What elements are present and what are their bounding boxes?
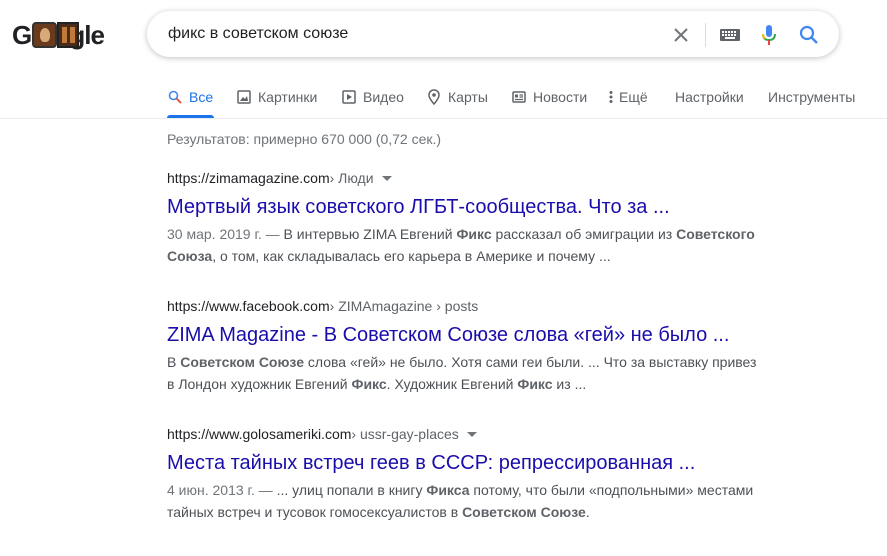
search-tabs: Все Картинки Видео Карты Новости Ещё Нас… (0, 80, 887, 118)
tab-maps[interactable]: Карты (426, 87, 488, 107)
result-breadcrumb: › Люди (329, 170, 374, 186)
clear-icon[interactable] (669, 23, 693, 47)
doodle-image (32, 21, 80, 49)
keyboard-icon[interactable] (718, 23, 742, 47)
tab-settings[interactable]: Настройки (675, 87, 744, 107)
result-breadcrumb: › ZIMAmagazine › posts (329, 298, 479, 314)
result-snippet: В Советском Союзе слова «гей» не было. Х… (167, 354, 757, 392)
result-title-link[interactable]: ZIMA Magazine - В Советском Союзе слова … (167, 322, 767, 348)
snippet-highlight: Советском Союзе (180, 354, 304, 370)
news-icon (511, 89, 527, 105)
result-stats: Результатов: примерно 670 000 (0,72 сек.… (167, 131, 442, 147)
map-pin-icon (426, 89, 442, 105)
search-submit-icon[interactable] (797, 23, 821, 47)
tab-label: Инструменты (768, 89, 856, 105)
google-logo[interactable]: G gle (12, 19, 105, 51)
tab-label: Видео (363, 89, 404, 105)
snippet-highlight: Советском Союзе (462, 504, 586, 520)
video-icon (341, 89, 357, 105)
tab-images[interactable]: Картинки (236, 87, 317, 107)
result-breadcrumb: › ussr-gay-places (351, 426, 459, 442)
result-title-link[interactable]: Мертвый язык советского ЛГБТ-сообщества.… (167, 194, 767, 220)
header-divider (0, 118, 887, 119)
more-vert-icon (607, 89, 615, 105)
result-domain: https://www.facebook.com (167, 298, 330, 314)
microphone-icon[interactable] (757, 23, 781, 47)
search-result: https://www.facebook.com › ZIMAmagazine … (167, 296, 767, 395)
result-title-link[interactable]: Места тайных встреч геев в СССР: репресс… (167, 450, 767, 476)
tab-all[interactable]: Все (167, 87, 213, 107)
snippet-highlight: Фикс (351, 376, 387, 392)
result-date: 4 июн. 2013 г. — (167, 482, 277, 498)
chevron-down-icon[interactable] (381, 175, 392, 181)
result-url[interactable]: https://www.facebook.com › ZIMAmagazine … (167, 296, 767, 316)
result-date: 30 мар. 2019 г. — (167, 226, 284, 242)
tab-label: Карты (448, 89, 488, 105)
tab-label: Картинки (258, 89, 318, 105)
logo-letter-g: G (12, 20, 32, 50)
tab-label: Все (189, 89, 214, 105)
result-domain: https://www.golosameriki.com (167, 426, 352, 442)
search-icon (167, 89, 183, 105)
tab-more[interactable]: Ещё (607, 87, 648, 107)
tab-news[interactable]: Новости (511, 87, 587, 107)
tab-tools[interactable]: Инструменты (768, 87, 855, 107)
search-box-divider (705, 23, 706, 47)
snippet-highlight: Фикс (517, 376, 553, 392)
chevron-down-icon[interactable] (466, 431, 477, 437)
result-snippet: 30 мар. 2019 г. — В интервью ZIMA Евгени… (167, 226, 755, 264)
tab-label: Ещё (619, 89, 648, 105)
tab-label: Новости (533, 89, 588, 105)
snippet-highlight: Фикса (426, 482, 470, 498)
tab-label: Настройки (675, 89, 744, 105)
search-result: https://www.golosameriki.com › ussr-gay-… (167, 424, 767, 523)
search-input[interactable] (168, 22, 658, 46)
result-url[interactable]: https://www.golosameriki.com › ussr-gay-… (167, 424, 767, 444)
image-icon (236, 89, 252, 105)
result-snippet: 4 июн. 2013 г. — ... улиц попали в книгу… (167, 482, 754, 520)
tab-video[interactable]: Видео (341, 87, 404, 107)
search-box[interactable] (147, 11, 839, 57)
snippet-highlight: Фикс (456, 226, 492, 242)
result-url[interactable]: https://zimamagazine.com › Люди (167, 168, 767, 188)
result-domain: https://zimamagazine.com (167, 170, 330, 186)
search-result: https://zimamagazine.com › Люди Мертвый … (167, 168, 767, 267)
